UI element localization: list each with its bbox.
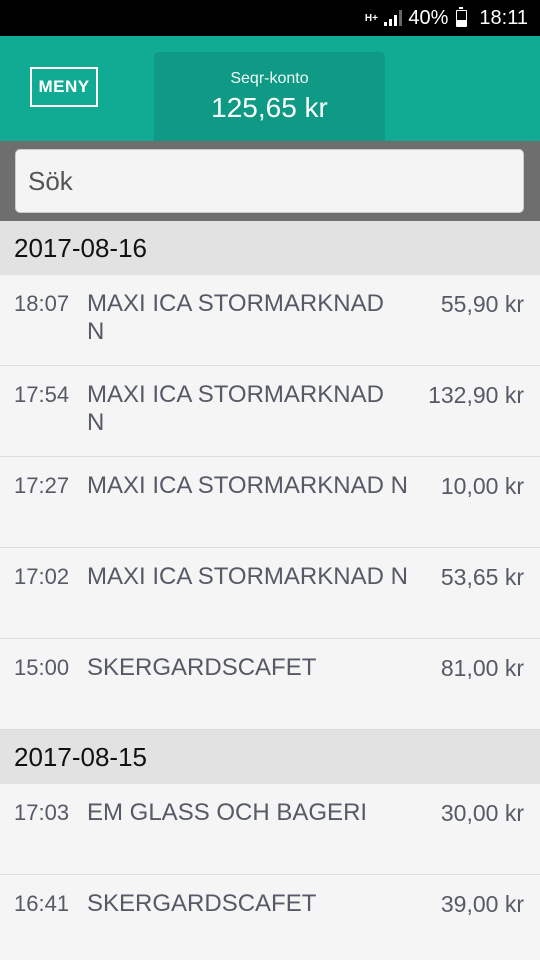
transaction-row[interactable]: 15:00 SKERGARDSCAFET 81,00 kr [0,639,540,730]
transaction-amount: 53,65 kr [440,564,524,590]
transaction-merchant: SKERGARDSCAFET [87,890,317,917]
transaction-time: 16:41 [14,891,70,916]
transaction-row[interactable]: 17:54 MAXI ICA STORMARKNAD N 132,90 kr [0,366,540,457]
account-balance: 125,65 kr [211,92,328,123]
battery-icon [456,6,468,27]
account-tab[interactable]: Seqr-konto 125,65 kr [154,52,385,141]
search-bar [0,141,540,221]
transaction-merchant: MAXI ICA STORMARKNAD N [87,472,408,499]
transaction-merchant: MAXI ICA STORMARKNAD N [87,290,384,345]
transaction-row[interactable]: 16:41 SKERGARDSCAFET 39,00 kr [0,875,540,960]
transaction-amount: 10,00 kr [440,473,524,499]
transaction-time: 17:02 [14,564,70,589]
transaction-amount: 132,90 kr [428,382,524,408]
transaction-time: 18:07 [14,291,70,316]
transaction-merchant: MAXI ICA STORMARKNAD N [87,381,384,436]
transaction-time: 17:03 [14,800,70,825]
clock: 18:11 [479,6,528,29]
transaction-amount: 55,90 kr [440,291,524,317]
status-bar: H+ 40% 18:11 [0,0,540,36]
transaction-time: 15:00 [14,655,70,680]
transaction-merchant: SKERGARDSCAFET [87,654,317,681]
signal-strength-icon [384,10,403,26]
transaction-time: 17:54 [14,382,70,407]
transaction-merchant: EM GLASS OCH BAGERI [87,799,368,826]
transaction-amount: 30,00 kr [440,800,524,826]
transaction-row[interactable]: 17:03 EM GLASS OCH BAGERI 30,00 kr [0,784,540,875]
transaction-amount: 39,00 kr [440,891,524,917]
date-header: 2017-08-15 [0,730,540,784]
network-type-icon: H+ [364,12,378,24]
battery-percent: 40% [408,6,449,29]
account-label: Seqr-konto [230,70,309,87]
transaction-row[interactable]: 17:27 MAXI ICA STORMARKNAD N 10,00 kr [0,457,540,548]
app-header: MENY Seqr-konto 125,65 kr [0,36,540,141]
transaction-amount: 81,00 kr [440,655,524,681]
search-input[interactable] [15,149,524,213]
transaction-time: 17:27 [14,473,70,498]
transaction-row[interactable]: 18:07 MAXI ICA STORMARKNAD N 55,90 kr [0,275,540,366]
transaction-merchant: MAXI ICA STORMARKNAD N [87,563,408,590]
transaction-list: 2017-08-16 18:07 MAXI ICA STORMARKNAD N … [0,221,540,960]
menu-button[interactable]: MENY [30,67,98,107]
date-header: 2017-08-16 [0,221,540,275]
transaction-row[interactable]: 17:02 MAXI ICA STORMARKNAD N 53,65 kr [0,548,540,639]
